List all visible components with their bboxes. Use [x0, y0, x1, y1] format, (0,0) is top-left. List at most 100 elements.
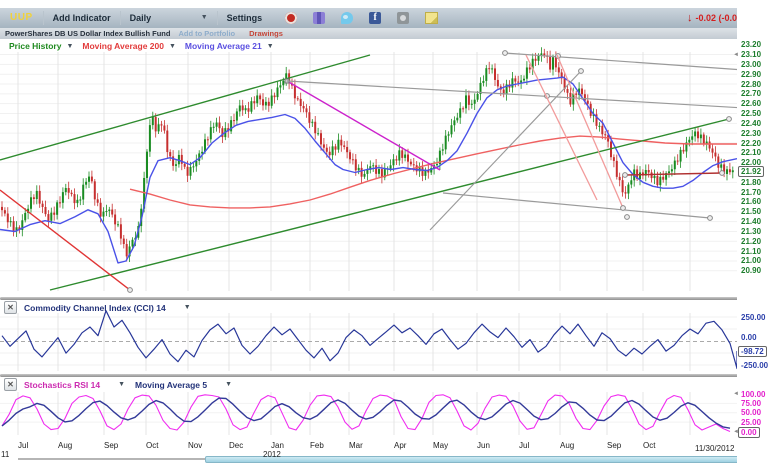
alert-icon[interactable]: [285, 12, 297, 24]
price-gridlines: [0, 52, 737, 291]
month-label: May: [433, 441, 448, 450]
fund-name: PowerShares DB US Dollar Index Bullish F…: [5, 29, 170, 38]
month-label: Feb: [310, 441, 324, 450]
price-axis-label: 20.90: [741, 266, 761, 275]
candlestick-series: [1, 47, 734, 262]
price-axis-label: 22.50: [741, 109, 761, 118]
current-price-box: 21.92: [738, 166, 764, 177]
chevron-down-icon[interactable]: ▼: [169, 43, 176, 50]
month-label: Nov: [188, 441, 202, 450]
ma21-line: [0, 77, 737, 263]
month-label: Sep: [104, 441, 118, 450]
stoch-axis-label: 50.00: [741, 408, 761, 417]
price-axis-label: 22.80: [741, 80, 761, 89]
price-axis-label: 21.40: [741, 217, 761, 226]
price-axis-label: 21.70: [741, 188, 761, 197]
close-icon[interactable]: ✕: [4, 301, 17, 314]
scrollbar-thumb[interactable]: [205, 456, 747, 463]
chevron-down-icon[interactable]: ▼: [225, 381, 232, 388]
time-axis: 11/30/2012 Jul Aug Sep Oct Nov Dec Jan Feb Mar Ap…: [0, 441, 745, 451]
legend-moving-average-21[interactable]: Moving Average 21▼: [185, 41, 274, 51]
chart-application-window: UUP Add Indicator Daily ▼ Settings ↓ -0.…: [0, 0, 783, 468]
month-label: Dec: [229, 441, 243, 450]
month-label: Jul: [519, 441, 529, 450]
month-label: Mar: [349, 441, 363, 450]
month-label: Jul: [18, 441, 28, 450]
chart-icon[interactable]: [313, 12, 325, 24]
chevron-down-icon: ▼: [201, 11, 208, 25]
month-label: Aug: [560, 441, 574, 450]
legend-price-history[interactable]: Price History▼: [9, 41, 73, 51]
facebook-icon[interactable]: [369, 12, 381, 24]
stoch-rsi-title[interactable]: Stochastics RSI 14: [24, 380, 100, 390]
cci-axis-label: 0.00: [741, 333, 757, 342]
down-arrow-icon: ↓: [687, 12, 693, 24]
cci-axis-label: 250.00: [741, 313, 765, 322]
timeframe-value: Daily: [130, 11, 152, 25]
price-axis-label: 23.00: [741, 60, 761, 69]
month-label: Oct: [146, 441, 158, 450]
price-axis-label: 21.30: [741, 227, 761, 236]
month-label: Jun: [477, 441, 490, 450]
price-axis-label: 23.20: [741, 40, 761, 49]
price-axis-label: 21.50: [741, 207, 761, 216]
cci-title[interactable]: Commodity Channel Index (CCI) 14: [24, 303, 166, 313]
price-axis-label: 21.20: [741, 237, 761, 246]
chevron-down-icon[interactable]: ▼: [267, 43, 274, 50]
twitter-icon[interactable]: [341, 12, 353, 24]
price-axis-label: 22.70: [741, 89, 761, 98]
price-axis-label: 23.10: [741, 50, 761, 59]
price-chart-canvas[interactable]: [0, 40, 737, 297]
camera-icon[interactable]: [397, 12, 409, 24]
price-axis-label: 22.40: [741, 119, 761, 128]
price-axis-label: 21.60: [741, 197, 761, 206]
drawings-link[interactable]: Drawings: [249, 29, 283, 38]
last-value-marker: ◄: [733, 391, 739, 397]
cci-panel-header: ✕ Commodity Channel Index (CCI) 14 ▼: [0, 301, 191, 314]
stoch-axis-label: 25.00: [741, 418, 761, 427]
price-axis-label: 21.00: [741, 256, 761, 265]
chevron-down-icon[interactable]: ▼: [66, 43, 73, 50]
price-axis-label: 22.90: [741, 70, 761, 79]
chart-legend: Price History▼ Moving Average 200▼ Movin…: [0, 40, 274, 52]
horizontal-scrollbar[interactable]: [0, 456, 745, 462]
chevron-down-icon[interactable]: ▼: [118, 381, 125, 388]
legend-moving-average-200[interactable]: Moving Average 200▼: [82, 41, 176, 51]
stoch-axis-label: 75.00: [741, 399, 761, 408]
month-label: Oct: [643, 441, 655, 450]
top-toolbar: UUP Add Indicator Daily ▼ Settings ↓ -0.…: [0, 8, 783, 29]
price-axis-label: 21.80: [741, 178, 761, 187]
instrument-bar: PowerShares DB US Dollar Index Bullish F…: [0, 28, 783, 39]
price-axis-label: 22.60: [741, 99, 761, 108]
notes-icon[interactable]: [425, 12, 438, 24]
close-icon[interactable]: ✕: [4, 378, 17, 391]
cci-axis-label: -250.00: [741, 361, 768, 370]
stoch-panel-header: ✕ Stochastics RSI 14 ▼ Moving Average 5 …: [0, 378, 232, 391]
chevron-down-icon[interactable]: ▼: [184, 304, 191, 311]
scrollbar-track[interactable]: [18, 458, 205, 460]
month-label: Jan: [271, 441, 284, 450]
price-axis-label: 21.10: [741, 247, 761, 256]
value-axis-column: 23.2023.1023.0022.9022.8022.7022.6022.50…: [737, 0, 783, 468]
timeframe-select[interactable]: Daily ▼: [121, 11, 218, 25]
month-label: Aug: [58, 441, 72, 450]
year-label: 11: [1, 450, 9, 459]
cci-current-box: -98.72: [738, 346, 767, 357]
stoch-axis-label: 100.00: [741, 390, 765, 399]
stoch-current-box: 0.00: [738, 427, 760, 438]
year-label: 2012: [263, 450, 281, 459]
price-axis-label: 22.10: [741, 148, 761, 157]
trendlines-layer: [0, 51, 737, 293]
add-indicator-button[interactable]: Add Indicator: [44, 11, 121, 25]
settings-button[interactable]: Settings: [218, 11, 272, 25]
month-label: Sep: [607, 441, 621, 450]
symbol-label[interactable]: UUP: [0, 11, 44, 25]
last-value-marker: ◄: [733, 52, 739, 58]
price-axis-label: 22.20: [741, 139, 761, 148]
share-icons: [285, 12, 438, 24]
stoch-ma-title[interactable]: Moving Average 5: [135, 380, 207, 390]
price-axis-label: 22.30: [741, 129, 761, 138]
add-to-portfolio-link[interactable]: Add to Portfolio: [178, 29, 235, 38]
month-label: Apr: [394, 441, 406, 450]
last-date-label: 11/30/2012: [695, 444, 734, 453]
